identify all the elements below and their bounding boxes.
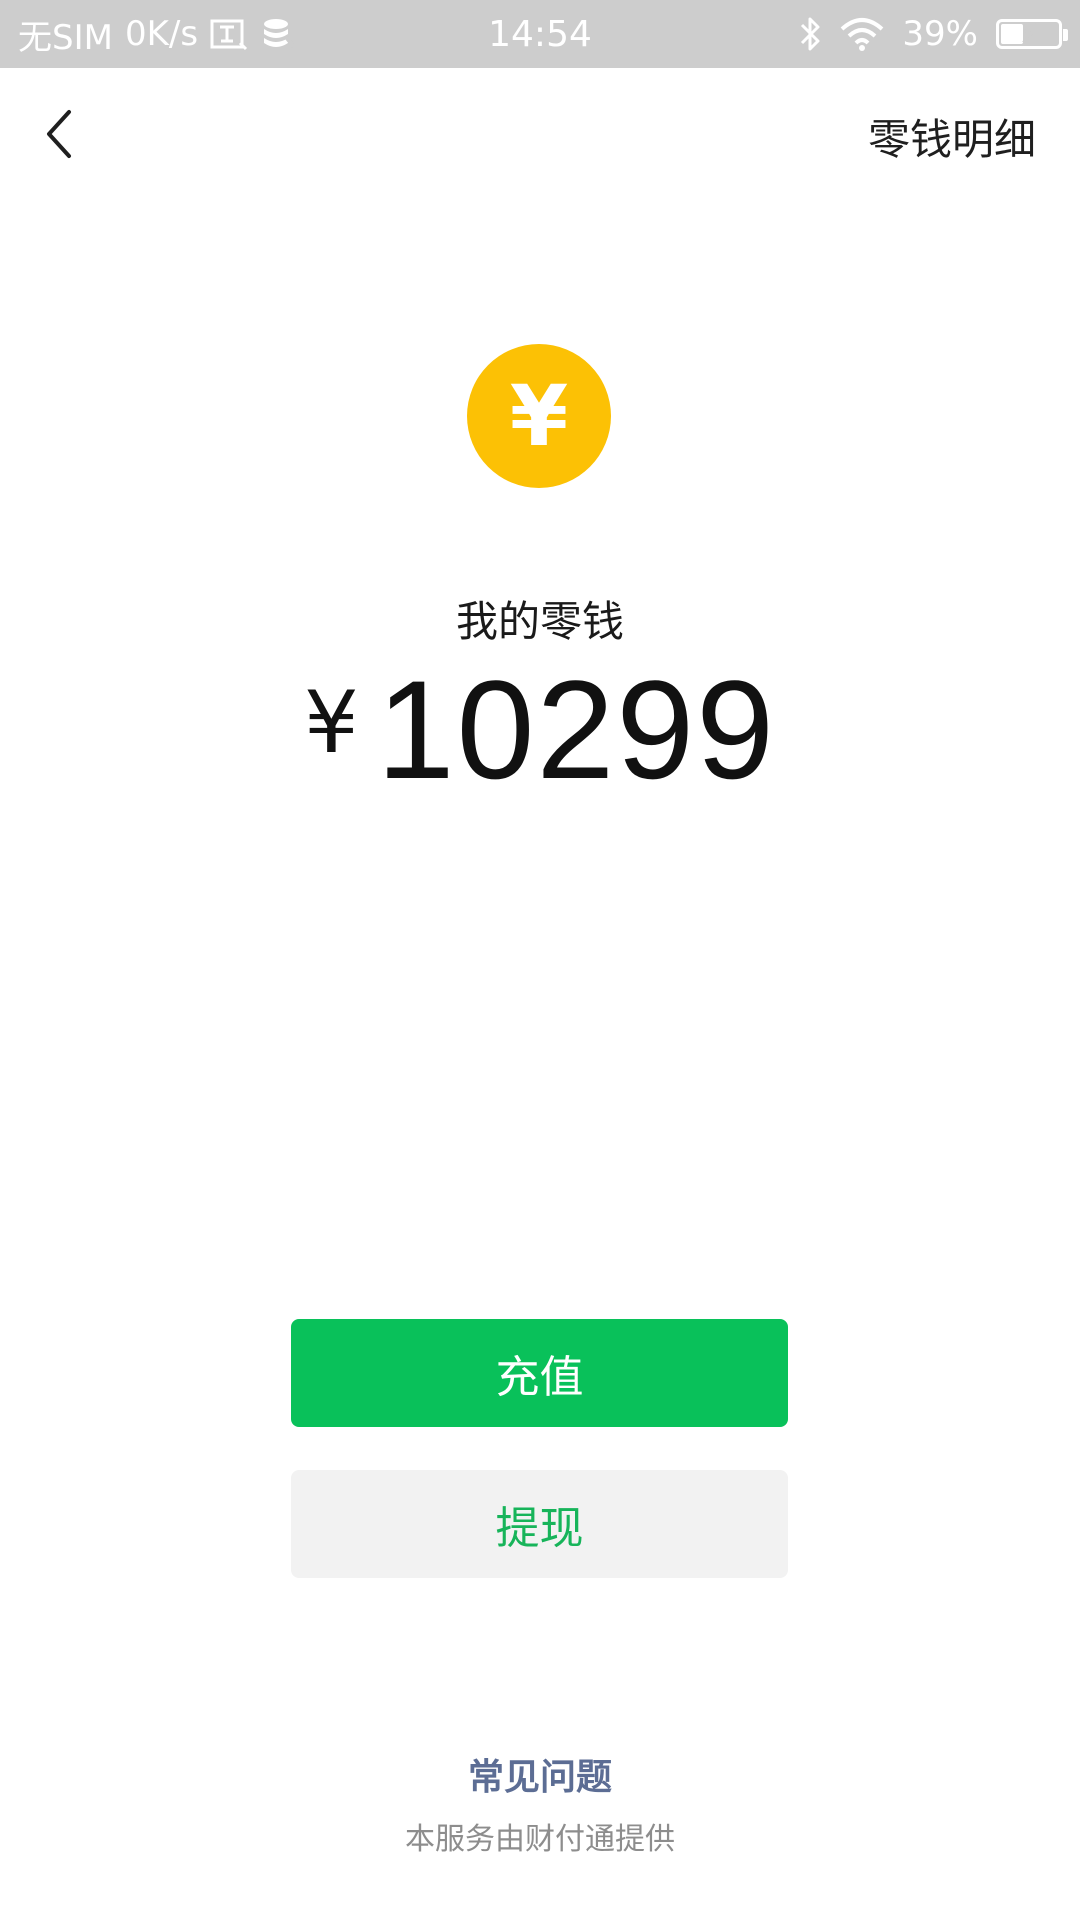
- currency-sign: ¥: [303, 673, 359, 773]
- recharge-button[interactable]: 充值: [291, 1319, 788, 1427]
- status-right: 39% ⚡: [798, 0, 1068, 68]
- faq-link[interactable]: 常见问题: [0, 1748, 1080, 1800]
- status-bar: 无SIM 0K/s 14:54 39% ⚡: [0, 0, 1080, 68]
- withdraw-button[interactable]: 提现: [291, 1470, 788, 1578]
- bluetooth-icon: [798, 15, 822, 53]
- battery-percent: 39%: [902, 14, 978, 54]
- back-button[interactable]: [24, 96, 94, 172]
- battery-icon: ⚡: [996, 19, 1068, 49]
- provider-note: 本服务由财付通提供: [405, 1822, 675, 1857]
- wifi-icon: [840, 17, 884, 51]
- wallet-balance-screen: 无SIM 0K/s 14:54 39% ⚡ 零钱明细 ¥ 我的零钱 ¥ 1029…: [0, 0, 1080, 1920]
- balance-label: 我的零钱: [455, 597, 624, 646]
- charging-bolt-icon: ⚡: [1019, 19, 1039, 49]
- chevron-left-icon: [47, 110, 71, 158]
- balance-detail-link[interactable]: 零钱明细: [868, 106, 1036, 167]
- coin-symbol: ¥: [509, 367, 569, 465]
- balance-amount: ¥ 10299: [0, 660, 1080, 800]
- yuan-coin-icon: ¥: [467, 344, 611, 488]
- amount-value: 10299: [376, 651, 777, 808]
- nav-bar: 零钱明细: [0, 68, 1080, 200]
